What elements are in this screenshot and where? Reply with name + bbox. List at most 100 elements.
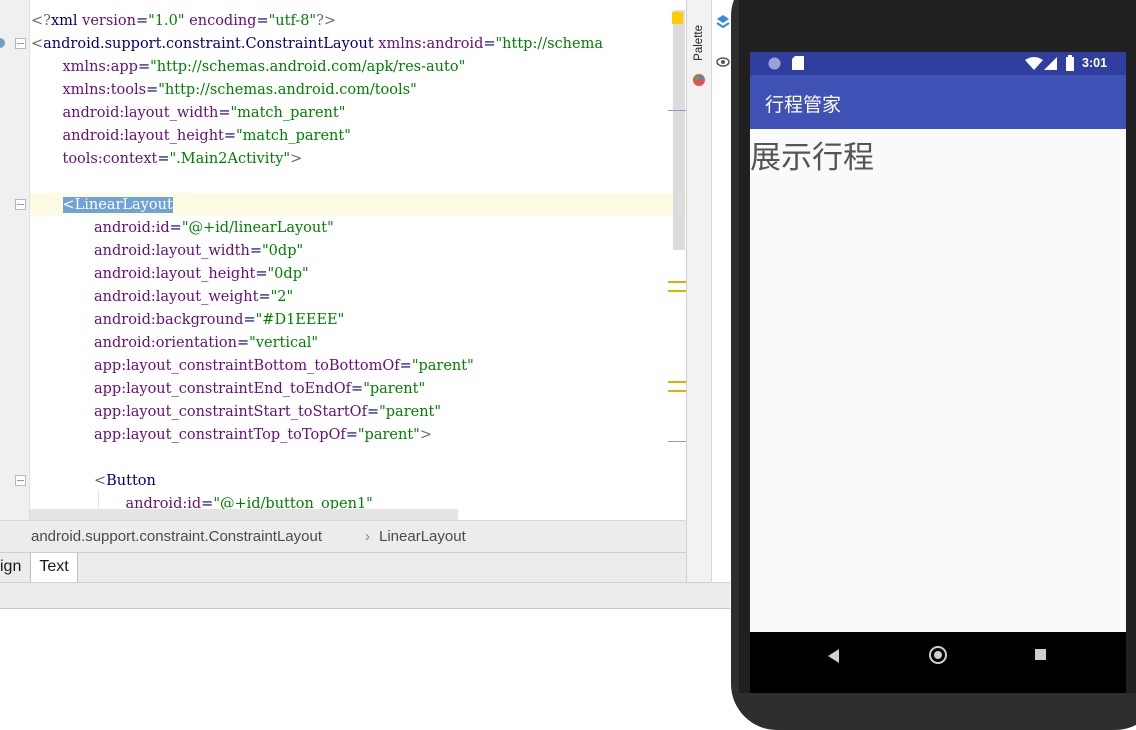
breadcrumb-separator: › — [365, 528, 370, 545]
warning-marker[interactable] — [668, 290, 686, 292]
code-token: "#D1EEEE" — [255, 312, 345, 328]
code-line[interactable]: tools:context=".Main2Activity"> — [63, 148, 303, 171]
code-token: > — [419, 427, 432, 443]
code-token: "@+id/linearLayout" — [181, 220, 334, 236]
code-token: tools:context — [62, 151, 158, 167]
code-token: = — [483, 36, 496, 52]
fold-marker-icon[interactable] — [15, 475, 26, 486]
code-line[interactable]: android:background="#D1EEEE" — [94, 309, 344, 332]
palette-icon[interactable] — [692, 72, 706, 88]
code-token: = — [255, 266, 268, 282]
code-token: "parent" — [357, 427, 420, 443]
code-token: android:layout_height — [94, 266, 256, 282]
cell-signal-icon — [1044, 57, 1057, 70]
code-token: xmlns:tools — [62, 82, 147, 98]
code-token: "parent" — [363, 381, 426, 397]
code-token: = — [146, 82, 159, 98]
code-token: "2" — [270, 289, 294, 305]
code-token: = — [249, 243, 263, 259]
code-token: app:layout_constraintEnd_toEndOf — [94, 381, 352, 397]
code-line[interactable]: app:layout_constraintEnd_toEndOf="parent… — [94, 378, 425, 401]
code-token: "match_parent" — [236, 128, 351, 144]
vertical-scrollbar[interactable] — [673, 10, 685, 250]
code-line[interactable]: <?xml version="1.0" encoding="utf-8"?> — [31, 10, 336, 33]
code-token: "1.0" — [148, 13, 185, 29]
notification-dot-icon — [768, 57, 781, 70]
code-token: app:layout_constraintStart_toStartOf — [94, 404, 367, 420]
code-token: = — [256, 13, 269, 29]
code-token: android:layout_width — [62, 105, 219, 121]
recents-icon[interactable] — [1035, 649, 1046, 660]
code-token: encoding — [189, 13, 257, 29]
code-line[interactable]: android:orientation="vertical" — [94, 332, 318, 355]
android-nav-bar — [750, 632, 1126, 693]
code-line[interactable]: android:layout_width="match_parent" — [63, 102, 346, 125]
wifi-icon — [1025, 57, 1043, 70]
empty-panel — [0, 609, 730, 693]
code-line[interactable]: android:id="@+id/linearLayout" — [94, 217, 334, 240]
code-token: = — [236, 335, 250, 351]
code-token: = — [345, 427, 358, 443]
warning-marker[interactable] — [668, 381, 686, 383]
app-title: 行程管家 — [765, 95, 842, 116]
home-icon[interactable] — [929, 646, 947, 664]
warning-indicator-icon[interactable] — [672, 12, 683, 24]
code-token: > — [290, 151, 303, 167]
code-line[interactable]: xmlns:app="http://schemas.android.com/ap… — [63, 56, 466, 79]
code-editor[interactable]: <?xml version="1.0" encoding="utf-8"?> <a… — [0, 0, 686, 520]
code-line[interactable]: android:layout_width="0dp" — [94, 240, 303, 263]
code-token: "parent" — [411, 358, 474, 374]
code-token: <LinearLayout — [62, 197, 173, 213]
code-line[interactable]: app:layout_constraintStart_toStartOf="pa… — [94, 401, 441, 424]
code-token: android:layout_weight — [94, 289, 259, 305]
code-token: xmlns:app — [62, 59, 138, 75]
gutter-divider — [29, 0, 30, 520]
breadcrumb: android.support.constraint.ConstraintLay… — [0, 520, 686, 552]
code-token: = — [169, 220, 182, 236]
code-token: = — [223, 128, 237, 144]
horizontal-scrollbar[interactable] — [30, 509, 458, 520]
warning-marker[interactable] — [668, 390, 686, 392]
fold-marker-icon[interactable] — [15, 199, 26, 210]
code-token: android.support.constraint.ConstraintLay… — [43, 36, 379, 52]
code-line[interactable]: android:layout_height="match_parent" — [63, 125, 351, 148]
scroll-marker[interactable] — [668, 110, 686, 111]
code-token: = — [258, 289, 271, 305]
tab-text[interactable]: Text — [30, 553, 78, 582]
code-token: ?> — [316, 13, 337, 29]
content-label: 展示行程 — [750, 140, 874, 175]
code-token: <? — [31, 13, 51, 29]
code-line[interactable]: <Button — [94, 470, 156, 493]
editor-mode-tabs: ign Text — [0, 552, 686, 582]
code-token: "0dp" — [262, 243, 304, 259]
fold-marker-icon[interactable] — [15, 38, 26, 49]
breadcrumb-item-constraintlayout[interactable]: android.support.constraint.ConstraintLay… — [31, 528, 322, 545]
code-line[interactable]: android:layout_weight="2" — [94, 286, 293, 309]
layers-icon[interactable] — [716, 14, 730, 32]
breadcrumb-item-linearlayout[interactable]: LinearLayout — [379, 528, 466, 545]
code-token: "http://schema — [495, 36, 603, 52]
code-token: "http://schemas.android.com/tools" — [158, 82, 417, 98]
code-token: android:id — [94, 220, 170, 236]
code-line[interactable]: <android.support.constraint.ConstraintLa… — [31, 33, 603, 56]
editor-gutter[interactable] — [0, 0, 30, 520]
warning-marker[interactable] — [668, 281, 686, 283]
code-line[interactable]: android:layout_height="0dp" — [94, 263, 309, 286]
tab-design[interactable]: ign — [0, 553, 28, 582]
code-token: app:layout_constraintTop_toTopOf — [94, 427, 346, 443]
eye-icon[interactable] — [716, 56, 730, 68]
palette-tab[interactable]: Palette — [693, 25, 709, 61]
scroll-marker[interactable] — [668, 441, 686, 442]
code-token: = — [135, 13, 149, 29]
code-line[interactable]: <LinearLayout — [62, 194, 173, 217]
back-icon[interactable] — [828, 649, 839, 663]
code-line[interactable]: xmlns:tools="http://schemas.android.com/… — [63, 79, 417, 102]
android-status-bar: 3:01 — [750, 52, 1126, 75]
app-content[interactable]: 展示行程 — [750, 129, 1126, 632]
code-token: xmlns:android — [378, 36, 484, 52]
code-token: "parent" — [379, 404, 442, 420]
code-token: "match_parent" — [230, 105, 346, 121]
code-token: < — [31, 36, 44, 52]
code-line[interactable]: app:layout_constraintBottom_toBottomOf="… — [94, 355, 474, 378]
code-line[interactable]: app:layout_constraintTop_toTopOf="parent… — [94, 424, 432, 447]
